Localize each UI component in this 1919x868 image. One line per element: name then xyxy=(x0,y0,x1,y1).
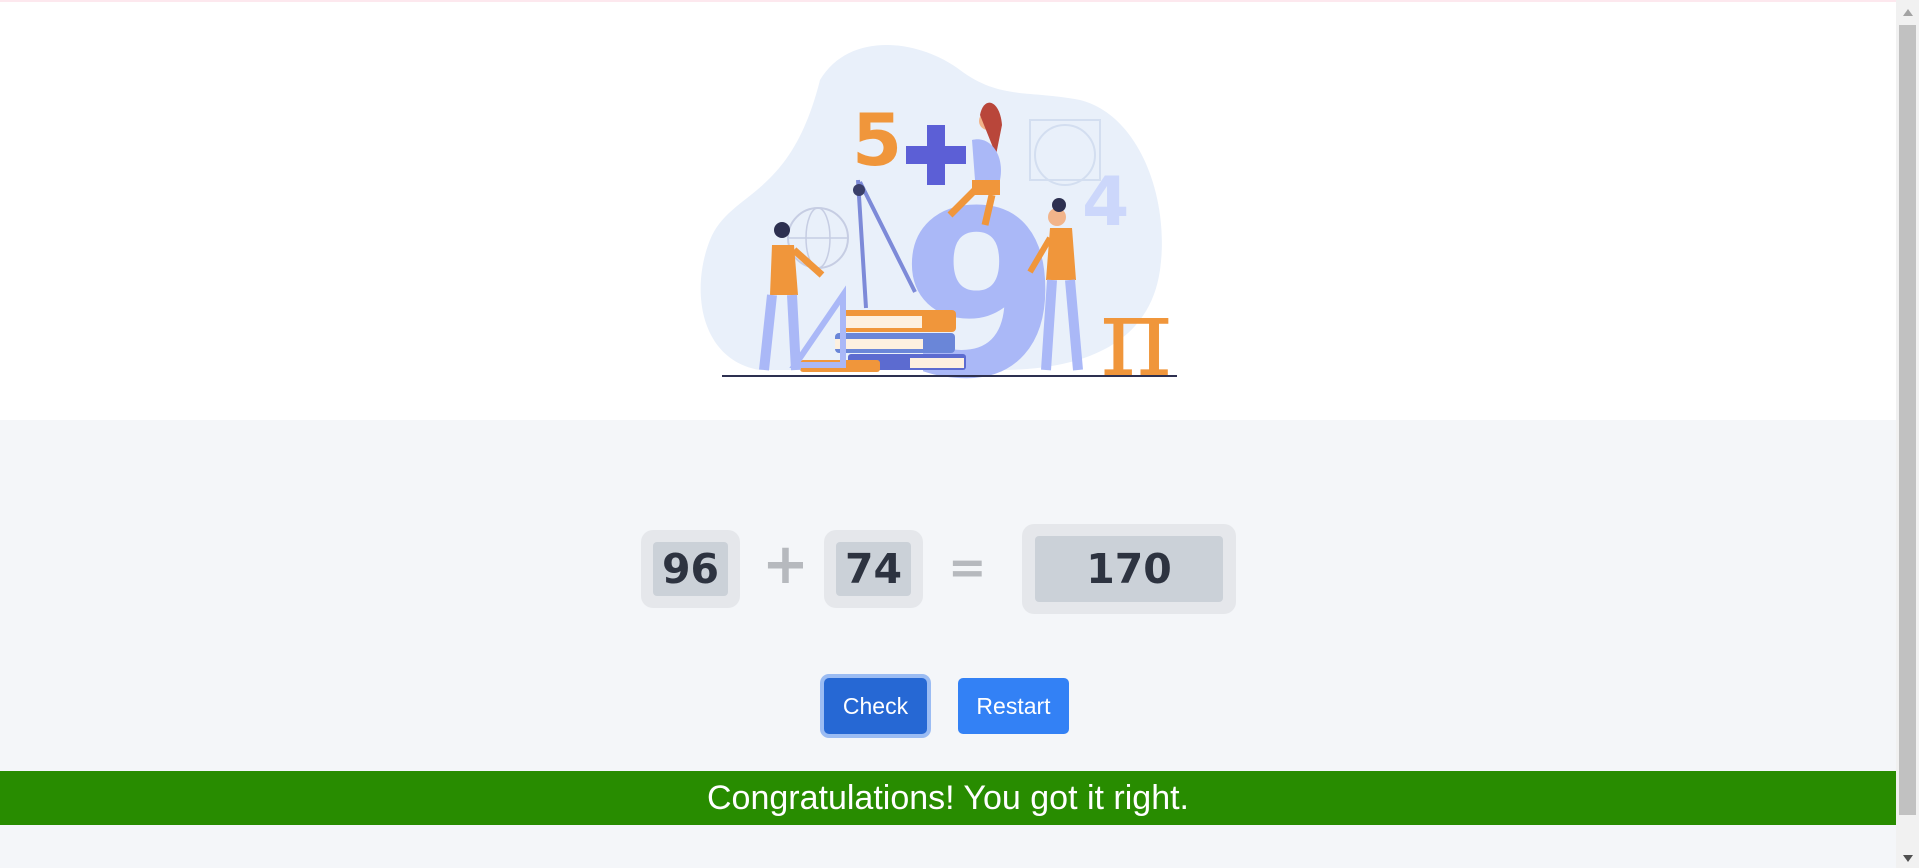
success-banner: Congratulations! You got it right. xyxy=(0,771,1896,825)
scrollbar-thumb[interactable] xyxy=(1899,25,1916,815)
second-number-box: 74 xyxy=(824,530,923,608)
person-left-head xyxy=(774,222,790,238)
hero-section: 4 5 9 π xyxy=(0,0,1896,420)
orange-five: 5 xyxy=(852,98,902,182)
plus-horizontal xyxy=(906,146,966,164)
second-number: 74 xyxy=(836,542,911,596)
check-button[interactable]: Check xyxy=(824,678,927,734)
answer-box xyxy=(1022,524,1236,614)
plus-operator: + xyxy=(762,532,809,597)
restart-button[interactable]: Restart xyxy=(958,678,1069,734)
orange-pi: π xyxy=(1100,273,1172,380)
equals-sign: = xyxy=(948,540,987,594)
vertical-scrollbar[interactable] xyxy=(1896,0,1919,868)
answer-input[interactable] xyxy=(1035,536,1223,602)
first-number: 96 xyxy=(653,542,728,596)
scroll-up-arrow-icon[interactable] xyxy=(1896,2,1919,22)
page: 4 5 9 π 96 + 74 = 170 Check Restart Cong… xyxy=(0,0,1896,868)
scroll-down-arrow-icon[interactable] xyxy=(1896,848,1919,868)
first-number-box: 96 xyxy=(641,530,740,608)
faint-four: 4 xyxy=(1082,163,1129,242)
equation-row: 96 + 74 = xyxy=(0,522,1896,614)
math-people-illustration: 4 5 9 π xyxy=(700,45,1177,380)
